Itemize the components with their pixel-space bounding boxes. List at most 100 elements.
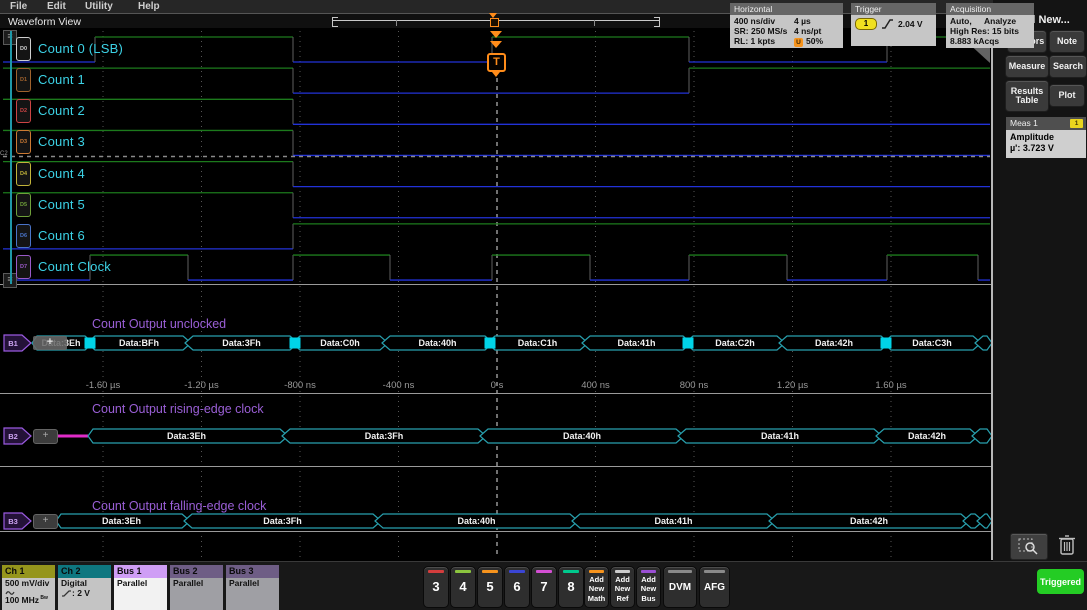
channel-button-label: 5: [478, 579, 502, 594]
ruler-tick: [594, 20, 595, 26]
acquisition-detail: High Res: 15 bits: [950, 26, 1030, 36]
channel-badge-ch-1[interactable]: Ch 1500 mV/div100 MHz Bw: [2, 565, 55, 609]
add-new-measure-button[interactable]: Measure: [1005, 55, 1049, 78]
trigger-level: 2.04 V: [898, 19, 923, 29]
channel-label-d7[interactable]: Count Clock: [38, 259, 111, 274]
channel-color-stripe: [536, 570, 552, 573]
time-label: -1.20 µs: [184, 380, 219, 391]
channel-threshold: : 2 V: [72, 589, 90, 599]
button-label: AddNewBus: [637, 575, 660, 603]
channel-button-4[interactable]: 4: [450, 566, 476, 608]
acquisition-panel[interactable]: Acquisition Auto,Analyze High Res: 15 bi…: [946, 3, 1034, 48]
horizontal-position-ruler[interactable]: [330, 15, 662, 28]
channel-label-d0[interactable]: Count 0 (LSB): [38, 41, 123, 56]
time-label: 800 ns: [680, 380, 709, 391]
bus-badge-b3[interactable]: B3: [4, 513, 31, 529]
bus-value: Data:40h: [418, 338, 456, 348]
ruler-right-bracket: [654, 17, 660, 27]
waveform-view[interactable]: -1.60 µs-1.20 µs-800 ns-400 ns0 s400 ns8…: [0, 28, 993, 560]
bus-add-button-b2[interactable]: +: [33, 429, 58, 444]
bus-value: Data:40h: [563, 431, 601, 441]
button-label: AddNewMath: [585, 575, 608, 603]
add-new-plot-button[interactable]: Plot: [1049, 84, 1085, 107]
measurement-header: Meas 1 1: [1006, 117, 1086, 130]
afg-button[interactable]: AFG: [699, 566, 730, 608]
bus-title-b3: Count Output falling-edge clock: [92, 499, 266, 513]
channel-button-label: 8: [559, 579, 583, 594]
channel-setting-line1: Parallel: [117, 579, 164, 589]
channel-button-label: 6: [505, 579, 529, 594]
threshold-label: C2: [0, 151, 8, 157]
bus-value: Data:3Fh: [365, 431, 404, 441]
channel-badge-d6[interactable]: D6: [16, 224, 31, 248]
add-new-ref-button[interactable]: AddNewRef: [610, 566, 635, 608]
channel-label-d1[interactable]: Count 1: [38, 72, 85, 87]
channel-badge-bus-3[interactable]: Bus 3Parallel: [226, 565, 279, 609]
add-new-note-button[interactable]: Note: [1049, 30, 1085, 53]
horizontal-panel[interactable]: Horizontal 400 ns/div4 µs SR: 250 MS/s4 …: [730, 3, 843, 48]
dvm-button[interactable]: DVM: [663, 566, 697, 608]
button-color-stripe: [704, 570, 725, 573]
acquisition-mode: Auto,: [950, 16, 984, 26]
digital-group-bracket: [10, 31, 12, 284]
bus-value: Data:41h: [761, 431, 799, 441]
channel-badge-bus-1[interactable]: Bus 1Parallel: [114, 565, 167, 609]
bus-value: Data:3Eh: [167, 431, 206, 441]
channel-badge-d1[interactable]: D1: [16, 68, 31, 92]
bus-drag-handle-b1[interactable]: +: [33, 336, 67, 350]
bus-transition-marker: [485, 338, 496, 349]
channel-label-d4[interactable]: Count 4: [38, 166, 85, 181]
horizontal-position: 50%: [806, 36, 823, 46]
bus-value: Data:C2h: [715, 338, 755, 348]
trigger-chevron-icon: [490, 31, 502, 38]
bus-value: Data:BFh: [119, 338, 159, 348]
measurement-badge[interactable]: Meas 1 1 Amplitude µ': 3.723 V: [1006, 117, 1086, 158]
channel-badge-settings: Parallel: [170, 578, 223, 610]
add-new-math-button[interactable]: AddNewMath: [584, 566, 609, 608]
acquisition-title: Acquisition: [946, 3, 1034, 15]
channel-setting-line1: 500 mV/div: [5, 579, 52, 589]
channel-badge-d5[interactable]: D5: [16, 193, 31, 217]
channel-badge-name: Bus 3: [226, 565, 279, 578]
acquisition-analyze: Analyze: [984, 16, 1016, 26]
channel-badge-d2[interactable]: D2: [16, 99, 31, 123]
zoom-select-button[interactable]: [1010, 533, 1048, 560]
waveform-canvas: -1.60 µs-1.20 µs-800 ns-400 ns0 s400 ns8…: [0, 28, 993, 560]
channel-label-d5[interactable]: Count 5: [38, 197, 85, 212]
bus-badge-b1[interactable]: B1: [4, 335, 31, 351]
horizontal-scale: 400 ns/div: [734, 16, 794, 26]
menu-help[interactable]: Help: [138, 1, 160, 12]
channel-badge-bus-2[interactable]: Bus 2Parallel: [170, 565, 223, 609]
bus-add-button-b3[interactable]: +: [33, 514, 58, 529]
trigger-panel[interactable]: Trigger 1 2.04 V: [851, 3, 936, 46]
channel-badge-name: Ch 1: [2, 565, 55, 578]
menu-file[interactable]: File: [10, 1, 27, 12]
channel-button-5[interactable]: 5: [477, 566, 503, 608]
channel-badge-ch-2[interactable]: Ch 2Digital: 2 V: [58, 565, 111, 609]
channel-label-d6[interactable]: Count 6: [38, 228, 85, 243]
add-new-bus-button[interactable]: AddNewBus: [636, 566, 661, 608]
add-new-results-table-button[interactable]: Results Table: [1005, 80, 1049, 112]
channel-badge-d3[interactable]: D3: [16, 130, 31, 154]
menu-edit[interactable]: Edit: [47, 1, 66, 12]
tab-waveform-view[interactable]: Waveform View: [8, 16, 81, 28]
menu-utility[interactable]: Utility: [85, 1, 113, 12]
measurement-source-badge: 1: [1070, 119, 1083, 128]
sample-interval: 4 ns/pt: [794, 26, 821, 36]
channel-button-7[interactable]: 7: [531, 566, 557, 608]
channel-button-8[interactable]: 8: [558, 566, 584, 608]
add-new-search-button[interactable]: Search: [1049, 55, 1087, 78]
bus-badge-b2[interactable]: B2: [4, 428, 31, 444]
delete-button[interactable]: [1053, 532, 1081, 558]
channel-button-6[interactable]: 6: [504, 566, 530, 608]
channel-badge-d4[interactable]: D4: [16, 162, 31, 186]
channel-button-3[interactable]: 3: [423, 566, 449, 608]
trigger-chevron-icon: [490, 41, 502, 48]
channel-label-d3[interactable]: Count 3: [38, 134, 85, 149]
channel-label-d2[interactable]: Count 2: [38, 103, 85, 118]
oscilloscope-screen: File Edit Utility Help Waveform View -1.60 …: [0, 0, 1087, 610]
trigger-position-icon-box[interactable]: [490, 18, 499, 27]
channel-badge-d0[interactable]: D0: [16, 37, 31, 61]
trigger-flag[interactable]: T: [487, 53, 506, 72]
channel-badge-d7[interactable]: D7: [16, 255, 31, 279]
